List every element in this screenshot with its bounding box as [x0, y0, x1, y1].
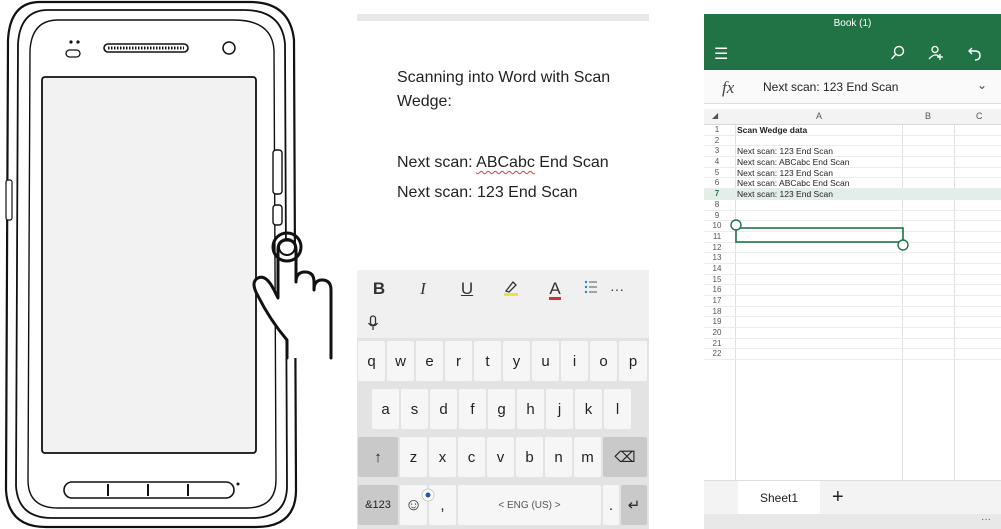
key-k[interactable]: k [575, 389, 602, 429]
word-top-bar [357, 14, 649, 21]
key-w[interactable]: w [387, 341, 414, 381]
doc-heading-line-1: Scanning into Word with Scan [397, 69, 611, 86]
excel-app-panel: Book (1) ☰ fx Next scan: 123 End Scan ⌄ … [704, 14, 1001, 529]
word-app-panel: Scanning into Word with Scan Wedge: Next… [357, 14, 649, 529]
highlight-icon [504, 280, 518, 296]
scan-prefix: Next scan: [397, 154, 477, 171]
table-row[interactable]: 22 [704, 349, 1001, 361]
key-i[interactable]: i [561, 341, 588, 381]
row-number: 22 [712, 349, 722, 359]
key-q[interactable]: q [358, 341, 385, 381]
numbers-key[interactable]: &123 [358, 485, 398, 525]
key-x[interactable]: x [429, 437, 456, 477]
key-t[interactable]: t [474, 341, 501, 381]
highlight-button[interactable] [489, 278, 533, 301]
enter-key[interactable]: ↵ [621, 485, 647, 525]
format-toolbar: B I U A ··· [357, 270, 649, 308]
key-y[interactable]: y [503, 341, 530, 381]
row-number: 21 [712, 338, 722, 348]
list-button[interactable] [577, 279, 605, 300]
row-number: 20 [712, 328, 722, 338]
scan-suffix: End Scan [534, 154, 609, 171]
sheet-tab-bar: Sheet1 + [704, 480, 1001, 515]
key-u[interactable]: u [532, 341, 559, 381]
handheld-device-illustration [4, 0, 333, 529]
key-j[interactable]: j [546, 389, 573, 429]
key-z[interactable]: z [400, 437, 427, 477]
table-row[interactable]: 20 [704, 328, 1001, 339]
period-key[interactable]: . [603, 485, 619, 525]
doc-heading-line-2: Wedge: [397, 93, 452, 110]
more-options-button[interactable]: ··· [605, 281, 629, 297]
microphone-icon[interactable] [367, 315, 379, 331]
bold-button[interactable]: B [357, 279, 401, 299]
doc-scan-line-2: Next scan: 123 End Scan [397, 184, 578, 201]
shift-key[interactable]: ↑ [358, 437, 398, 477]
key-a[interactable]: a [372, 389, 399, 429]
on-screen-keyboard: q w e r t y u i o p a s d f g h j k l ↑ … [357, 338, 649, 529]
font-color-button[interactable]: A [533, 279, 577, 300]
key-e[interactable]: e [416, 341, 443, 381]
space-bar[interactable]: < ENG (US) > [458, 485, 601, 525]
word-document-canvas[interactable]: Scanning into Word with Scan Wedge: Next… [357, 21, 649, 274]
selection-handle-icon [730, 219, 742, 231]
key-d[interactable]: d [430, 389, 457, 429]
font-color-label: A [549, 278, 561, 300]
key-b[interactable]: b [516, 437, 543, 477]
cell-selection-overlay [730, 219, 909, 251]
key-p[interactable]: p [619, 341, 647, 381]
table-row[interactable]: 21 [704, 339, 1001, 350]
key-h[interactable]: h [517, 389, 544, 429]
key-s[interactable]: s [401, 389, 428, 429]
selection-handle-icon [897, 239, 909, 251]
cursor-handle-icon[interactable] [421, 488, 435, 502]
key-r[interactable]: r [445, 341, 472, 381]
stage: Scanning into Word with Scan Wedge: Next… [0, 0, 1001, 529]
key-m[interactable]: m [574, 437, 601, 477]
key-f[interactable]: f [459, 389, 486, 429]
italic-button[interactable]: I [401, 279, 445, 299]
tab-sheet1[interactable]: Sheet1 [738, 481, 820, 515]
doc-scan-line-1: Next scan: ABCabc End Scan [397, 152, 609, 174]
key-g[interactable]: g [488, 389, 515, 429]
smiley-icon: ☺ [404, 495, 423, 514]
key-n[interactable]: n [545, 437, 572, 477]
key-l[interactable]: l [604, 389, 631, 429]
key-c[interactable]: c [458, 437, 485, 477]
more-icon[interactable]: ··· [981, 514, 991, 525]
spellcheck-word: ABCabc [476, 154, 535, 171]
list-icon [584, 280, 597, 293]
dictation-bar [357, 308, 649, 338]
table-row[interactable]: 19 [704, 317, 1001, 329]
key-o[interactable]: o [590, 341, 617, 381]
row-number: 19 [712, 317, 722, 327]
underline-button[interactable]: U [445, 279, 489, 299]
status-bar: ··· [704, 514, 1001, 529]
backspace-key[interactable]: ⌫ [603, 437, 647, 477]
add-sheet-button[interactable]: + [832, 486, 844, 509]
key-v[interactable]: v [487, 437, 514, 477]
